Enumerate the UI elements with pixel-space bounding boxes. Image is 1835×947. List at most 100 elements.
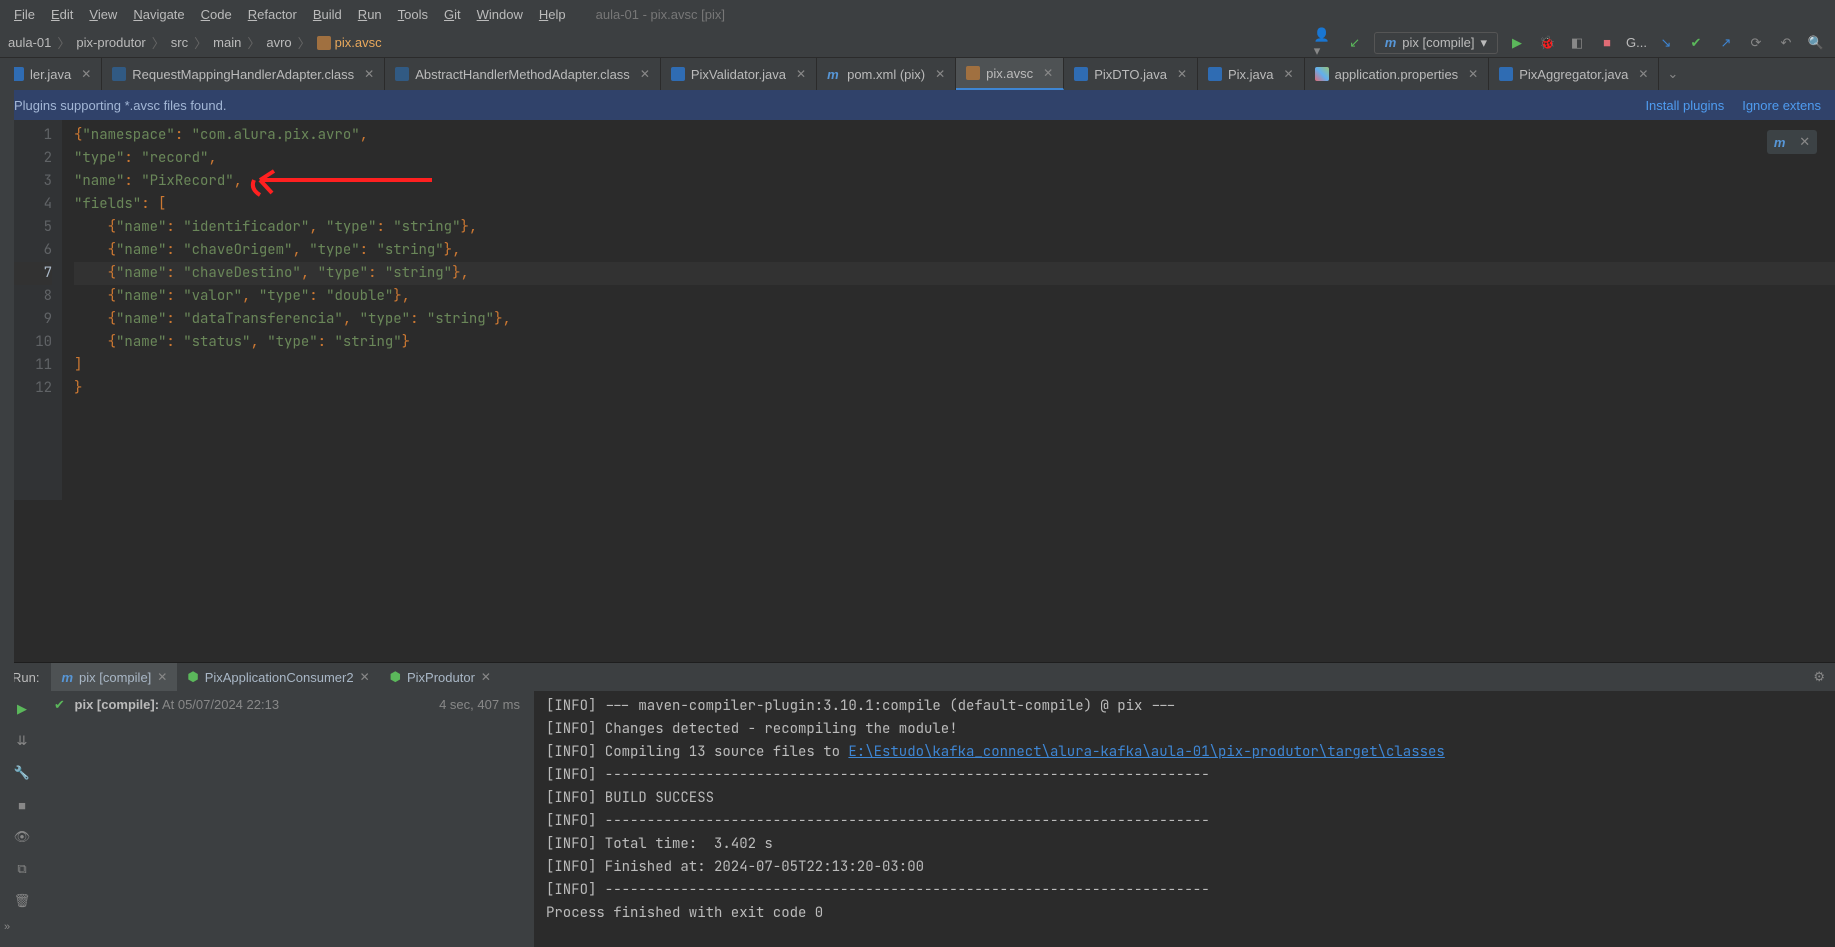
install-plugins-link[interactable]: Install plugins (1645, 98, 1724, 113)
run-config-icon: ⬢ (390, 669, 401, 685)
close-icon[interactable]: ✕ (157, 670, 167, 684)
code-line[interactable]: {"name": "chaveDestino", "type": "string… (74, 262, 1835, 285)
close-icon[interactable]: ✕ (364, 67, 374, 81)
run-tree-title: pix [compile]: (75, 697, 160, 712)
breadcrumb-avro[interactable]: avro (266, 35, 291, 50)
breadcrumb-aula-01[interactable]: aula-01 (8, 35, 51, 50)
run-button[interactable]: ▶ (1506, 32, 1528, 54)
tab-Pix-java[interactable]: Pix.java ✕ (1198, 58, 1305, 90)
close-icon[interactable]: ✕ (1468, 67, 1478, 81)
console-link[interactable]: E:\Estudo\kafka_connect\alura-kafka\aula… (848, 743, 1444, 761)
toolbar-dropdown[interactable]: G... (1626, 32, 1647, 54)
tab-PixDTO-java[interactable]: PixDTO.java✕ (1064, 58, 1198, 90)
code-line[interactable]: "name": "PixRecord", (74, 170, 1835, 193)
breadcrumb-pix-produtor[interactable]: pix-produtor (76, 35, 145, 50)
gear-icon[interactable]: ⚙ (1803, 663, 1835, 691)
code-line[interactable]: "fields": [ (74, 193, 1835, 216)
menu-file[interactable]: File (8, 7, 41, 22)
close-icon[interactable]: ✕ (640, 67, 650, 81)
code-line[interactable]: {"name": "identificador", "type": "strin… (74, 216, 1835, 239)
git-update-icon[interactable]: ↙ (1344, 32, 1366, 54)
close-icon[interactable]: ✕ (935, 67, 945, 81)
tab-PixValidator-java[interactable]: PixValidator.java ✕ (661, 58, 817, 90)
close-icon[interactable]: ✕ (796, 67, 806, 81)
revert-icon[interactable]: ↶ (1775, 32, 1797, 54)
menu-run[interactable]: Run (352, 7, 388, 22)
close-icon[interactable]: ✕ (1177, 67, 1187, 81)
tab-label: Pix.java (1228, 67, 1274, 82)
git-push-icon[interactable]: ↘ (1655, 32, 1677, 54)
editor-floating-toolbar[interactable]: m ✕ (1767, 130, 1817, 154)
git-commit-icon[interactable]: ✔ (1685, 32, 1707, 54)
menu-code[interactable]: Code (195, 7, 238, 22)
code-line[interactable]: {"name": "dataTransferencia", "type": "s… (74, 308, 1835, 331)
ignore-extension-link[interactable]: Ignore extens (1742, 98, 1821, 113)
tab-pom-xml-pix-[interactable]: mpom.xml (pix)✕ (817, 58, 956, 90)
file-type-icon (1074, 67, 1088, 81)
chevron-right-icon: 〉 (152, 33, 165, 52)
menu-tools[interactable]: Tools (392, 7, 434, 22)
breadcrumb-src[interactable]: src (171, 35, 188, 50)
code-line[interactable]: {"namespace": "com.alura.pix.avro", (74, 124, 1835, 147)
tabs-overflow-icon[interactable]: ⌄ (1659, 58, 1686, 90)
chevron-right-icon: 〉 (298, 33, 311, 52)
tab-AbstractHandlerMethodAdapter-class[interactable]: AbstractHandlerMethodAdapter.class ✕ (385, 58, 661, 90)
close-icon[interactable]: ✕ (1799, 134, 1810, 150)
menu-window[interactable]: Window (471, 7, 529, 22)
tab-ler-java[interactable]: ler.java ✕ (0, 58, 102, 90)
menu-view[interactable]: View (83, 7, 123, 22)
code-line[interactable]: {"name": "status", "type": "string"} (74, 331, 1835, 354)
stop-button[interactable]: ■ (1596, 32, 1618, 54)
code-line[interactable]: {"name": "chaveOrigem", "type": "string"… (74, 239, 1835, 262)
menu-git[interactable]: Git (438, 7, 467, 22)
code-line[interactable]: ] (74, 354, 1835, 377)
close-icon[interactable]: ✕ (81, 67, 91, 81)
debug-button[interactable]: 🐞 (1536, 32, 1558, 54)
code-content[interactable]: {"namespace": "com.alura.pix.avro","type… (62, 120, 1835, 500)
code-line[interactable]: } (74, 377, 1835, 400)
run-tab-PixApplicationConsumer2[interactable]: ⬢PixApplicationConsumer2✕ (177, 663, 379, 691)
run-tree[interactable]: ✔ pix [compile]: At 05/07/2024 22:13 4 s… (44, 691, 534, 947)
run-tab-pix-compile-[interactable]: mpix [compile]✕ (51, 663, 177, 691)
banner-text: Plugins supporting *.avsc files found. (14, 98, 226, 113)
tab-RequestMappingHandlerAdapter-class[interactable]: RequestMappingHandlerAdapter.class✕ (102, 58, 385, 90)
code-line[interactable]: {"name": "valor", "type": "double"}, (74, 285, 1835, 308)
menu-refactor[interactable]: Refactor (242, 7, 303, 22)
breadcrumb-main[interactable]: main (213, 35, 241, 50)
close-icon[interactable]: ✕ (360, 670, 370, 684)
menu-build[interactable]: Build (307, 7, 348, 22)
line-gutter: 123456789101112 (14, 120, 62, 500)
chevron-down-icon: ▾ (1481, 35, 1488, 51)
close-icon[interactable]: ✕ (1284, 67, 1294, 81)
breadcrumb-pix-avsc[interactable]: pix.avsc (317, 35, 382, 51)
user-icon[interactable]: 👤▾ (1314, 32, 1336, 54)
close-icon[interactable]: ✕ (481, 670, 491, 684)
file-type-icon: m (827, 67, 841, 81)
tab-pix-avsc[interactable]: pix.avsc✕ (956, 58, 1064, 90)
tab-label: ler.java (30, 67, 71, 82)
run-configuration-selector[interactable]: m pix [compile] ▾ (1374, 32, 1498, 54)
run-tab-PixProdutor[interactable]: ⬢PixProdutor✕ (380, 663, 501, 691)
tab-PixAggregator-java[interactable]: PixAggregator.java✕ (1489, 58, 1659, 90)
close-icon[interactable]: ✕ (1043, 66, 1053, 80)
expand-icon[interactable]: » (0, 921, 14, 935)
tab-label: PixValidator.java (691, 67, 786, 82)
history-icon[interactable]: ⟳ (1745, 32, 1767, 54)
search-icon[interactable]: 🔍 (1805, 32, 1827, 54)
coverage-button[interactable]: ◧ (1566, 32, 1588, 54)
menu-edit[interactable]: Edit (45, 7, 79, 22)
close-icon[interactable]: ✕ (1638, 67, 1648, 81)
maven-icon: m (1774, 135, 1786, 150)
menu-help[interactable]: Help (533, 7, 572, 22)
line-number: 8 (14, 285, 52, 308)
run-tab-label: pix [compile] (79, 670, 151, 685)
run-console[interactable]: [INFO] --- maven-compiler-plugin:3.10.1:… (534, 691, 1835, 947)
code-editor[interactable]: 123456789101112 💡 {"namespace": "com.alu… (0, 120, 1835, 500)
git-fetch-icon[interactable]: ↗ (1715, 32, 1737, 54)
code-line[interactable]: "type": "record", (74, 147, 1835, 170)
menu-navigate[interactable]: Navigate (127, 7, 190, 22)
tab-application-properties[interactable]: application.properties✕ (1305, 58, 1490, 90)
tab-label: AbstractHandlerMethodAdapter.class (415, 67, 630, 82)
left-tool-strip[interactable]: » (0, 58, 14, 947)
toolbar-right: 👤▾ ↙ m pix [compile] ▾ ▶ 🐞 ◧ ■ G... ↘ ✔ … (1314, 32, 1827, 54)
